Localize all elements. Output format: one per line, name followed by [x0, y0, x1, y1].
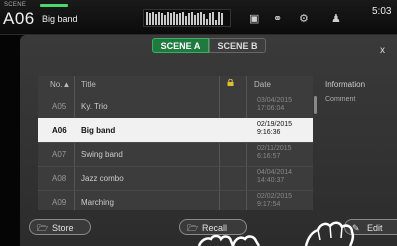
header-information: Information — [325, 80, 366, 89]
row-title: Ky. Trio — [81, 102, 108, 111]
tab-scene-b[interactable]: SCENE B — [209, 38, 266, 53]
header-number[interactable]: No.▲ — [50, 80, 70, 89]
scene-accent-bar — [40, 4, 68, 7]
table-row[interactable]: A08 Jazz combo 04/04/2014 14:40:37 — [38, 166, 313, 190]
table-row[interactable]: A05 Ky. Trio 03/04/2015 17:06:04 — [38, 94, 313, 118]
table-row-selected[interactable]: A06 Big band 02/19/2015 9:16:36 — [38, 118, 313, 142]
row-date: 02/02/2015 9:17:54 — [257, 193, 293, 208]
current-scene-number[interactable]: A06 — [3, 9, 35, 29]
header-date[interactable]: Date — [254, 80, 271, 89]
user-icon[interactable]: ♟ — [331, 12, 341, 25]
level-meter[interactable] — [143, 9, 231, 27]
close-icon[interactable]: x — [380, 45, 385, 56]
lock-icon[interactable] — [227, 79, 234, 86]
top-status-bar: SCENE A06 Big band ▣ ⚭ ⚙ ♟ 5:03 — [0, 0, 397, 35]
row-date: 02/11/2015 6:16:57 — [257, 145, 292, 160]
row-title: Swing band — [81, 150, 123, 159]
table-row[interactable]: A07 Swing band 02/11/2015 6:16:57 — [38, 142, 313, 166]
gear-icon[interactable]: ⚙ — [299, 12, 309, 25]
clock-time: 5:03 — [372, 6, 392, 17]
row-title: Marching — [81, 198, 114, 207]
header-title[interactable]: Title — [81, 80, 96, 89]
store-button[interactable]: 🗁 Store — [29, 219, 91, 235]
hand-gesture-icon — [197, 234, 261, 246]
row-number: A05 — [52, 102, 67, 111]
scene-small-label: SCENE — [4, 2, 27, 8]
row-number: A09 — [52, 198, 67, 207]
row-date: 04/04/2014 14:40:37 — [257, 169, 293, 184]
list-scrollbar[interactable] — [314, 96, 317, 114]
row-number: A07 — [52, 150, 67, 159]
row-number: A06 — [52, 126, 67, 135]
store-icon: 🗁 — [37, 223, 49, 233]
headphones-icon[interactable]: ⚭ — [273, 12, 282, 25]
row-date: 03/04/2015 17:06:04 — [257, 97, 293, 112]
hand-gesture-icon — [304, 221, 355, 246]
edit-button-label: Edit — [367, 223, 383, 233]
table-row[interactable]: A09 Marching 02/02/2015 9:17:54 — [38, 190, 313, 214]
monitor-icon[interactable]: ▣ — [249, 12, 259, 25]
store-button-label: Store — [52, 223, 74, 233]
current-scene-title[interactable]: Big band — [42, 14, 78, 24]
information-comment-label: Comment — [325, 96, 356, 103]
row-title: Jazz combo — [81, 174, 124, 183]
row-date: 02/19/2015 9:16:36 — [257, 121, 293, 136]
tab-scene-a[interactable]: SCENE A — [152, 38, 209, 53]
row-number: A08 — [52, 174, 67, 183]
scene-tabs: SCENE A SCENE B — [152, 38, 266, 53]
row-title: Big band — [81, 126, 116, 135]
